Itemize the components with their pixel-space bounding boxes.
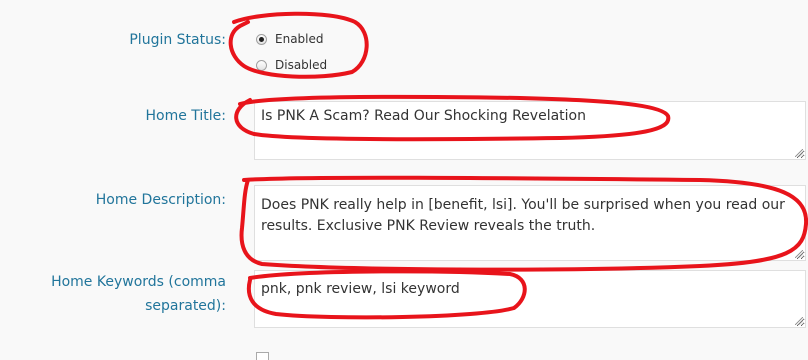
- radio-enabled-label[interactable]: Enabled: [275, 32, 324, 46]
- radio-enabled[interactable]: Enabled: [256, 32, 324, 46]
- home-description-label: Home Description:: [95, 192, 226, 208]
- home-title-value: Is PNK A Scam? Read Our Shocking Revelat…: [261, 108, 586, 124]
- home-keywords-value: pnk, pnk review, lsi keyword: [261, 281, 460, 297]
- plugin-status-label: Plugin Status:: [129, 32, 226, 48]
- home-description-field[interactable]: Does PNK really help in [benefit, lsi]. …: [254, 185, 806, 261]
- home-description-value: Does PNK really help in [benefit, lsi]. …: [261, 197, 785, 234]
- plugin-settings-form: Plugin Status: Enabled Disabled Home Tit…: [0, 0, 808, 360]
- home-keywords-label-line1: Home Keywords (comma: [51, 274, 226, 290]
- radio-enabled-indicator[interactable]: [256, 33, 267, 45]
- radio-disabled[interactable]: Disabled: [256, 58, 327, 72]
- home-keywords-label: Home Keywords (comma separated):: [0, 270, 226, 318]
- home-title-field[interactable]: Is PNK A Scam? Read Our Shocking Revelat…: [254, 101, 806, 160]
- radio-disabled-indicator[interactable]: [256, 59, 267, 71]
- resize-grip-icon[interactable]: [795, 250, 803, 258]
- home-keywords-label-line2: separated):: [145, 298, 226, 314]
- resize-grip-icon[interactable]: [795, 149, 803, 157]
- home-keywords-field[interactable]: pnk, pnk review, lsi keyword: [254, 270, 806, 328]
- next-option-checkbox[interactable]: [256, 352, 269, 360]
- radio-disabled-label[interactable]: Disabled: [275, 58, 327, 72]
- resize-grip-icon[interactable]: [795, 317, 803, 325]
- home-title-label: Home Title:: [145, 108, 226, 124]
